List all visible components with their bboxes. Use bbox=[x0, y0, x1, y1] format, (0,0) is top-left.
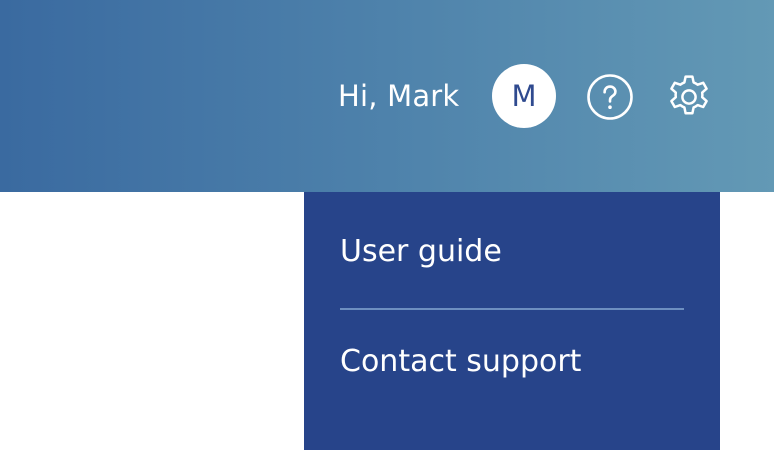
menu-item-contact-support[interactable]: Contact support bbox=[340, 341, 581, 383]
help-button[interactable] bbox=[586, 73, 634, 121]
settings-button[interactable] bbox=[665, 73, 713, 121]
user-greeting: Hi, Mark bbox=[338, 79, 460, 113]
gear-icon bbox=[665, 73, 713, 121]
question-circle-icon bbox=[586, 73, 634, 121]
top-header: Hi, Mark M bbox=[0, 0, 774, 192]
help-dropdown-menu: User guide Contact support bbox=[304, 192, 720, 450]
menu-item-user-guide[interactable]: User guide bbox=[340, 231, 502, 273]
menu-divider bbox=[340, 308, 684, 310]
user-avatar[interactable]: M bbox=[492, 64, 556, 128]
